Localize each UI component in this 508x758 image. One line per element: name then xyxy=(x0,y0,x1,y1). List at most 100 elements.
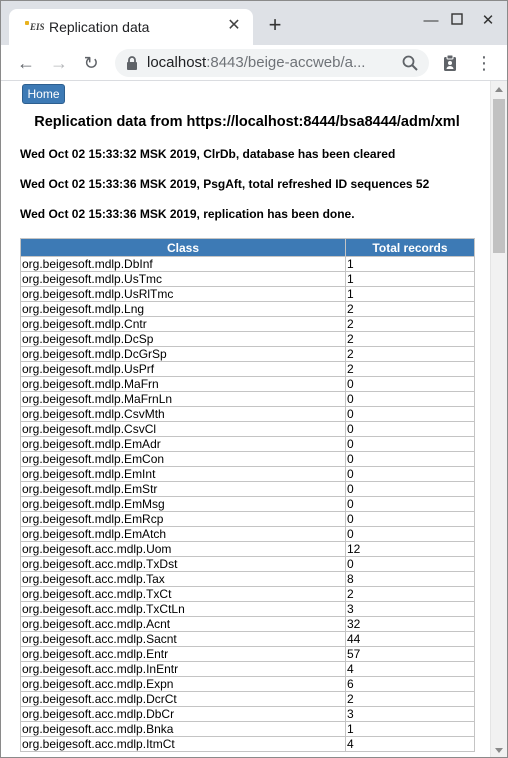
class-cell: org.beigesoft.mdlp.Cntr xyxy=(20,316,346,332)
browser-menu-icon[interactable]: ⋮ xyxy=(475,51,493,75)
table-row: org.beigesoft.acc.mdlp.ItmCt 4 xyxy=(20,736,475,752)
table-row: org.beigesoft.acc.mdlp.Expn 6 xyxy=(20,676,475,692)
total-records-cell: 57 xyxy=(345,646,475,662)
class-cell: org.beigesoft.mdlp.EmAdr xyxy=(20,436,346,452)
table-row: org.beigesoft.mdlp.DbInf 1 xyxy=(20,256,475,272)
total-records-cell: 32 xyxy=(345,616,475,632)
total-records-cell: 1 xyxy=(345,271,475,287)
total-records-cell: 0 xyxy=(345,526,475,542)
class-cell: org.beigesoft.mdlp.DcSp xyxy=(20,331,346,347)
log-line: Wed Oct 02 15:33:36 MSK 2019, PsgAft, to… xyxy=(20,177,430,191)
total-records-cell: 4 xyxy=(345,736,475,752)
class-cell: org.beigesoft.mdlp.UsPrf xyxy=(20,361,346,377)
window-close-icon[interactable]: ✕ xyxy=(478,11,498,31)
class-cell: org.beigesoft.acc.mdlp.InEntr xyxy=(20,661,346,677)
home-button[interactable]: Home xyxy=(22,84,65,104)
table-row: org.beigesoft.acc.mdlp.Acnt 32 xyxy=(20,616,475,632)
class-cell: org.beigesoft.acc.mdlp.Bnka xyxy=(20,721,346,737)
total-records-cell: 12 xyxy=(345,541,475,557)
table-row: org.beigesoft.acc.mdlp.InEntr 4 xyxy=(20,661,475,677)
total-records-cell: 2 xyxy=(345,586,475,602)
vertical-scrollbar[interactable] xyxy=(490,81,507,757)
column-header-class: Class xyxy=(20,238,346,257)
total-records-cell: 44 xyxy=(345,631,475,647)
tab-strip: EIS Replication data ✕ + — ✕ xyxy=(1,1,507,45)
total-records-cell: 2 xyxy=(345,301,475,317)
back-icon[interactable]: ← xyxy=(13,50,39,76)
table-row: org.beigesoft.mdlp.CsvCl 0 xyxy=(20,421,475,437)
table-row: org.beigesoft.mdlp.CsvMth 0 xyxy=(20,406,475,422)
table-row: org.beigesoft.acc.mdlp.Uom 12 xyxy=(20,541,475,557)
table-header-row: Class Total records xyxy=(20,238,475,257)
total-records-cell: 0 xyxy=(345,421,475,437)
class-cell: org.beigesoft.mdlp.MaFrn xyxy=(20,376,346,392)
class-cell: org.beigesoft.acc.mdlp.Entr xyxy=(20,646,346,662)
total-records-cell: 0 xyxy=(345,406,475,422)
page-content: Home Replication data from https://local… xyxy=(1,81,490,757)
total-records-cell: 2 xyxy=(345,361,475,377)
total-records-cell: 0 xyxy=(345,556,475,572)
total-records-cell: 0 xyxy=(345,391,475,407)
total-records-cell: 1 xyxy=(345,721,475,737)
reload-icon[interactable]: ↻ xyxy=(78,50,104,76)
class-cell: org.beigesoft.acc.mdlp.Tax xyxy=(20,571,346,587)
class-cell: org.beigesoft.mdlp.EmCon xyxy=(20,451,346,467)
total-records-cell: 0 xyxy=(345,511,475,527)
table-body: org.beigesoft.mdlp.DbInf 1 org.beigesoft.m… xyxy=(20,256,475,752)
table-row: org.beigesoft.mdlp.EmAtch 0 xyxy=(20,526,475,542)
table-row: org.beigesoft.mdlp.EmStr 0 xyxy=(20,481,475,497)
url-host: localhost xyxy=(147,54,207,71)
forward-icon[interactable]: → xyxy=(46,50,72,76)
log-line: Wed Oct 02 15:33:32 MSK 2019, ClrDb, dat… xyxy=(20,147,396,161)
table-row: org.beigesoft.mdlp.MaFrnLn 0 xyxy=(20,391,475,407)
table-row: org.beigesoft.acc.mdlp.TxDst 0 xyxy=(20,556,475,572)
table-row: org.beigesoft.mdlp.EmInt 0 xyxy=(20,466,475,482)
tab-replication-data[interactable]: EIS Replication data ✕ xyxy=(9,9,253,45)
eis-favicon-icon: EIS xyxy=(25,19,45,35)
table-row: org.beigesoft.acc.mdlp.Entr 57 xyxy=(20,646,475,662)
total-records-cell: 3 xyxy=(345,601,475,617)
scrollbar-thumb[interactable] xyxy=(493,99,505,253)
clipboard-extension-icon[interactable] xyxy=(441,54,459,72)
class-cell: org.beigesoft.acc.mdlp.Acnt xyxy=(20,616,346,632)
total-records-cell: 1 xyxy=(345,286,475,302)
class-cell: org.beigesoft.mdlp.EmStr xyxy=(20,481,346,497)
class-cell: org.beigesoft.acc.mdlp.Sacnt xyxy=(20,631,346,647)
tab-close-icon[interactable]: ✕ xyxy=(225,17,243,35)
address-url[interactable]: localhost:8443/beige-accweb/a... xyxy=(147,54,365,71)
class-cell: org.beigesoft.acc.mdlp.TxDst xyxy=(20,556,346,572)
new-tab-button[interactable]: + xyxy=(263,13,287,37)
total-records-cell: 4 xyxy=(345,661,475,677)
table-row: org.beigesoft.acc.mdlp.TxCt 2 xyxy=(20,586,475,602)
scroll-down-arrow-icon[interactable] xyxy=(495,748,503,753)
total-records-cell: 1 xyxy=(345,256,475,272)
total-records-cell: 6 xyxy=(345,676,475,692)
table-row: org.beigesoft.mdlp.Cntr 2 xyxy=(20,316,475,332)
total-records-cell: 2 xyxy=(345,331,475,347)
table-row: org.beigesoft.mdlp.UsTmc 1 xyxy=(20,271,475,287)
class-cell: org.beigesoft.acc.mdlp.TxCt xyxy=(20,586,346,602)
scroll-up-arrow-icon[interactable] xyxy=(495,87,503,92)
table-row: org.beigesoft.mdlp.EmMsg 0 xyxy=(20,496,475,512)
class-cell: org.beigesoft.mdlp.MaFrnLn xyxy=(20,391,346,407)
lock-icon[interactable] xyxy=(125,55,139,71)
total-records-cell: 0 xyxy=(345,481,475,497)
maximize-icon[interactable] xyxy=(447,11,467,31)
table-row: org.beigesoft.mdlp.DcSp 2 xyxy=(20,331,475,347)
class-cell: org.beigesoft.mdlp.EmRcp xyxy=(20,511,346,527)
total-records-cell: 8 xyxy=(345,571,475,587)
table-row: org.beigesoft.mdlp.EmRcp 0 xyxy=(20,511,475,527)
url-rest: :8443/beige-accweb/a... xyxy=(206,54,366,71)
address-bar[interactable]: localhost:8443/beige-accweb/a... xyxy=(115,49,429,77)
class-cell: org.beigesoft.acc.mdlp.Expn xyxy=(20,676,346,692)
class-cell: org.beigesoft.mdlp.CsvCl xyxy=(20,421,346,437)
class-cell: org.beigesoft.acc.mdlp.DbCr xyxy=(20,706,346,722)
total-records-cell: 0 xyxy=(345,376,475,392)
zoom-icon[interactable] xyxy=(401,54,419,72)
table-row: org.beigesoft.mdlp.Lng 2 xyxy=(20,301,475,317)
minimize-icon[interactable]: — xyxy=(421,11,441,31)
class-cell: org.beigesoft.mdlp.Lng xyxy=(20,301,346,317)
class-cell: org.beigesoft.acc.mdlp.ItmCt xyxy=(20,736,346,752)
class-cell: org.beigesoft.mdlp.EmMsg xyxy=(20,496,346,512)
table-row: org.beigesoft.mdlp.EmCon 0 xyxy=(20,451,475,467)
